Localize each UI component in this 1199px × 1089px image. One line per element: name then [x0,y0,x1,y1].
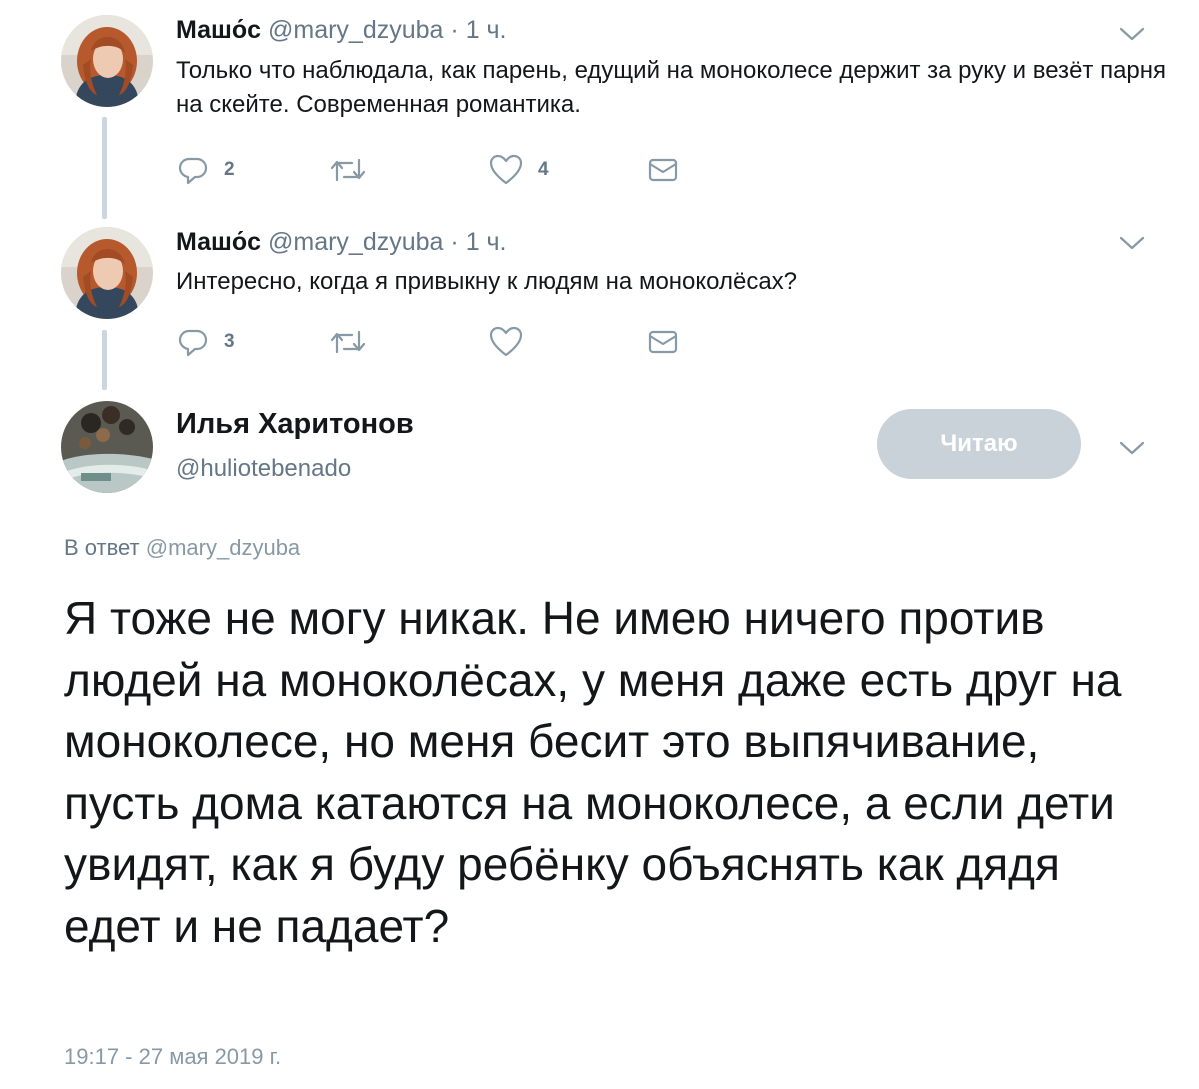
tweet-text: Интересно, когда я привыкну к людям на м… [176,268,798,295]
reply-button[interactable]: 2 [176,150,235,190]
heart-icon [488,325,524,359]
reply-count: 2 [224,159,235,180]
avatar[interactable] [61,401,153,493]
reply-button[interactable]: 3 [176,322,235,362]
replying-to: В ответ @mary_dzyuba [64,535,300,561]
thread-line [102,117,107,219]
direct-message-button[interactable] [646,150,680,190]
display-name[interactable]: Илья Харитонов [176,408,414,441]
retweet-icon [328,325,368,359]
chevron-down-icon[interactable] [1117,24,1147,44]
retweet-icon [328,153,368,187]
tweet-time[interactable]: 1 ч. [466,16,507,44]
following-button[interactable]: Читаю [877,409,1081,479]
reply-icon [176,153,210,187]
tweet-text: Только что наблюдала, как парень, едущий… [176,57,1167,118]
tweet-time[interactable]: 1 ч. [466,228,507,256]
reply-count: 3 [224,331,235,352]
thread-line [102,330,107,390]
reply-icon [176,325,210,359]
tweet-actions: 2 4 [176,150,696,190]
tweet-timestamp[interactable]: 19:17 - 27 мая 2019 г. [64,1044,281,1070]
header-separator: · [450,16,459,44]
reply-prefix: В ответ [64,535,140,560]
envelope-icon [646,325,680,359]
heart-icon [488,153,524,187]
chevron-down-icon[interactable] [1117,438,1147,458]
display-name[interactable]: Машо́с [176,16,261,44]
chevron-down-icon[interactable] [1117,233,1147,253]
header-separator: · [450,228,459,256]
tweet-header: Машо́с @mary_dzyuba · 1 ч. [176,16,507,45]
like-button[interactable]: 4 [488,150,549,190]
user-handle[interactable]: @huliotebenado [176,455,351,483]
reply-to-handle[interactable]: @mary_dzyuba [146,535,300,560]
avatar[interactable] [61,227,153,319]
display-name[interactable]: Машо́с [176,228,261,256]
main-tweet-text: Я тоже не могу никак. Не имею ничего про… [64,592,1122,952]
user-handle[interactable]: @mary_dzyuba [268,228,443,256]
avatar[interactable] [61,15,153,107]
retweet-button[interactable] [328,322,382,362]
tweet-actions: 3 [176,322,696,362]
like-count: 4 [538,159,549,180]
like-button[interactable] [488,322,538,362]
envelope-icon [646,153,680,187]
user-handle[interactable]: @mary_dzyuba [268,16,443,44]
tweet-header: Машо́с @mary_dzyuba · 1 ч. [176,228,507,257]
direct-message-button[interactable] [646,322,680,362]
retweet-button[interactable] [328,150,382,190]
